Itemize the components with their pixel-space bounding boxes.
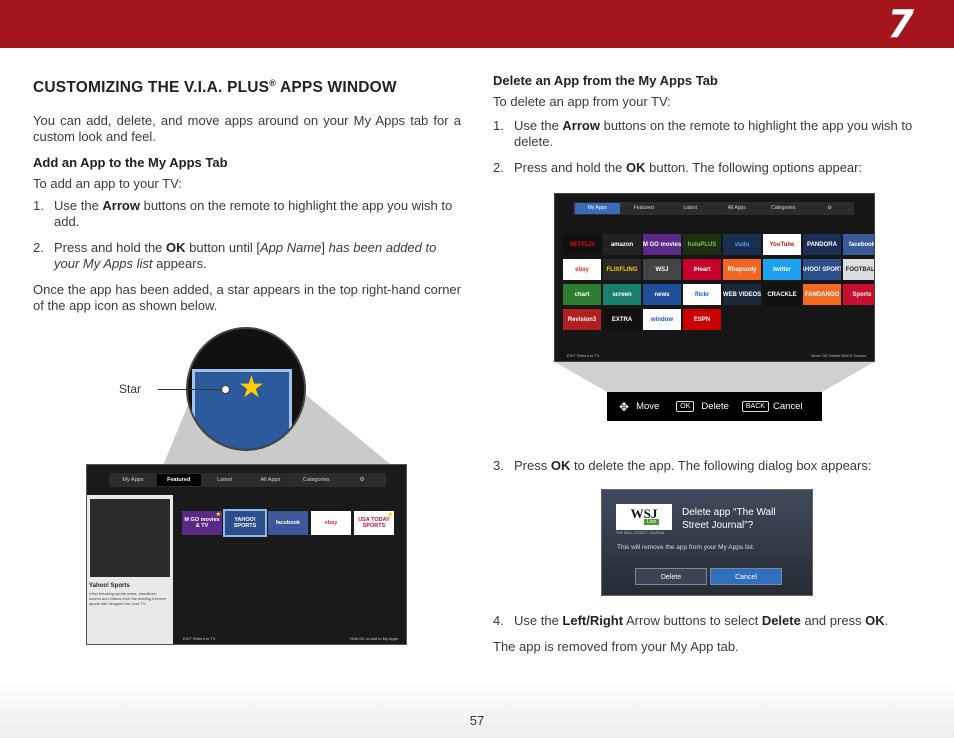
dialog-cancel-button[interactable]: Cancel <box>710 568 782 585</box>
delete-app-dialog: WSJ Live THE WALL STREET JOURNAL Delete … <box>601 489 813 596</box>
dialog-message: Delete app “The Wall Street Journal”? <box>682 507 776 531</box>
my-app-tile[interactable]: CRACKLE <box>763 284 801 305</box>
my-app-tile[interactable]: FLIXFLING <box>603 259 641 280</box>
my-app-tile[interactable]: FANDANGO <box>803 284 841 305</box>
page-number: 57 <box>469 713 485 728</box>
my-app-tile[interactable]: NETFLIX <box>563 234 601 255</box>
my-app-tile[interactable]: FOOTBALL <box>843 259 874 280</box>
back-key-icon: BACK <box>741 401 769 412</box>
my-app-tile[interactable]: chart <box>563 284 601 305</box>
delete-option-label: Delete <box>701 401 729 412</box>
my-app-tile[interactable]: flickr <box>683 284 721 305</box>
my-app-tile[interactable]: twitter <box>763 259 801 280</box>
my-app-tile[interactable]: window <box>643 309 681 330</box>
ok-key-icon: OK <box>676 401 695 412</box>
my-app-tile[interactable]: iHeart <box>683 259 721 280</box>
my-app-tile[interactable]: YAHOO! SPORTS <box>803 259 841 280</box>
my-app-tile[interactable]: YouTube <box>763 234 801 255</box>
move-arrows-icon: ✥ <box>619 399 630 414</box>
tv-my-apps-screenshot: My Apps Featured Latest All Apps Categor… <box>554 193 875 362</box>
my-app-tile[interactable]: ebay <box>563 259 601 280</box>
live-badge: Live <box>644 519 660 525</box>
my-app-tile[interactable]: huluPLUS <box>683 234 721 255</box>
options-zoom-funnel <box>555 362 874 392</box>
tab-featured[interactable]: Featured <box>622 203 667 214</box>
wsj-logo-subtitle: THE WALL STREET JOURNAL <box>616 531 666 535</box>
tv2-status-left: EXIT Return to TV <box>567 353 600 358</box>
my-app-tile[interactable]: WSJ <box>643 259 681 280</box>
cancel-option-label: Cancel <box>772 401 803 412</box>
my-app-tile[interactable]: screen <box>603 284 641 305</box>
my-app-tile[interactable]: Rhapsody <box>723 259 761 280</box>
my-app-tile[interactable]: ESPN <box>683 309 721 330</box>
my-app-tile[interactable]: amazon <box>603 234 641 255</box>
tab-categories[interactable]: Categories <box>761 203 806 214</box>
dialog-note: This will remove the app from your My Ap… <box>617 544 755 551</box>
my-app-tile[interactable]: vudu <box>723 234 761 255</box>
my-app-tile[interactable]: M GO movies <box>643 234 681 255</box>
tv2-status-right: Move OK Delete BACK Cancel <box>811 353 866 358</box>
wsj-logo: WSJ <box>616 504 672 530</box>
page-footer <box>0 680 954 738</box>
tab-all-apps[interactable]: All Apps <box>715 203 760 214</box>
my-app-tile[interactable]: news <box>643 284 681 305</box>
settings-icon[interactable]: ⚙ <box>808 203 853 214</box>
my-app-tile[interactable]: PANDORA <box>803 234 841 255</box>
tab-my-apps[interactable]: My Apps <box>575 203 620 214</box>
my-app-tile[interactable]: Revision3 <box>563 309 601 330</box>
my-app-tile[interactable]: facebook <box>843 234 874 255</box>
tv2-menu-bar: My Apps Featured Latest All Apps Categor… <box>573 202 854 215</box>
my-app-tile[interactable]: Sports <box>843 284 874 305</box>
tab-latest[interactable]: Latest <box>668 203 713 214</box>
move-label: Move <box>636 401 660 412</box>
dialog-delete-button[interactable]: Delete <box>635 568 707 585</box>
my-app-tile[interactable]: WEB VIDEOS <box>723 284 761 305</box>
app-options-bar: ✥ Move OK Delete BACK Cancel <box>607 392 822 421</box>
my-app-tile[interactable]: EXTRA <box>603 309 641 330</box>
my-apps-grid: NETFLIX amazon M GO movies huluPLUS vudu YouT… <box>563 234 874 330</box>
